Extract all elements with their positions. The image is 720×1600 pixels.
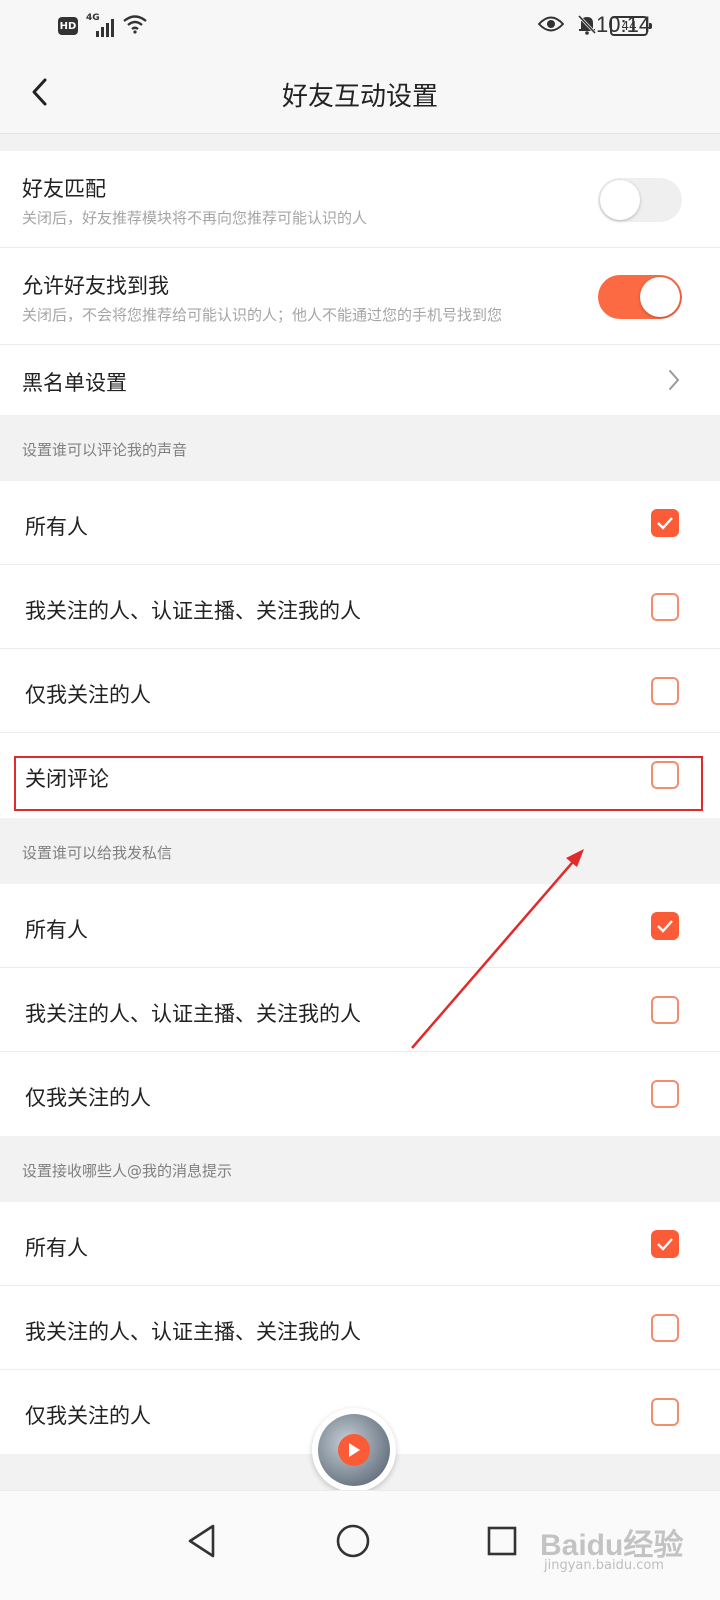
mention-option-followed-certified[interactable]: 我关注的人、认证主播、关注我的人 [0,1286,720,1370]
nav-recents-button[interactable] [472,1511,532,1571]
blacklist-row[interactable]: 黑名单设置 [0,345,720,415]
comment-group-label: 设置谁可以评论我的声音 [22,441,188,459]
page-title: 好友互动设置 [281,82,438,112]
mention-option-all[interactable]: 所有人 [0,1202,720,1286]
checkbox-unchecked[interactable] [651,1080,679,1108]
option-label: 我关注的人、认证主播、关注我的人 [25,1002,361,1026]
friend-match-desc: 关闭后，好友推荐模块将不再向您推荐可能认识的人 [22,209,368,227]
option-label: 仅我关注的人 [25,683,151,707]
allow-find-toggle[interactable] [598,275,682,319]
privacy-settings-section: 好友匹配 关闭后，好友推荐模块将不再向您推荐可能认识的人 允许好友找到我 关闭后… [0,151,720,415]
option-label: 所有人 [25,1236,88,1260]
message-option-all[interactable]: 所有人 [0,884,720,968]
blacklist-title: 黑名单设置 [22,371,127,395]
album-cover [318,1414,390,1486]
checkbox-unchecked[interactable] [651,1314,679,1342]
eye-icon [537,15,565,37]
chevron-right-icon [669,370,680,390]
option-label: 仅我关注的人 [25,1086,151,1110]
checkmark-icon [657,1238,673,1251]
app-header: 好友互动设置 [0,50,720,134]
mention-group-label: 设置接收哪些人@我的消息提示 [22,1162,233,1180]
option-label: 我关注的人、认证主播、关注我的人 [25,1320,361,1344]
watermark-url: jingyan.baidu.com [544,1558,664,1573]
circle-home-icon [336,1524,370,1558]
comment-group-header: 设置谁可以评论我的声音 [0,415,720,481]
hd-badge: HD [58,17,78,35]
message-group-label: 设置谁可以给我发私信 [22,844,173,862]
checkmark-icon [657,517,673,530]
checkmark-icon [657,920,673,933]
baidu-watermark: Baidu经验 jingyan.baidu.com [540,1520,710,1590]
cellular-signal-icon: 4G [86,13,114,37]
option-label: 仅我关注的人 [25,1404,151,1428]
message-option-only-followed[interactable]: 仅我关注的人 [0,1052,720,1136]
checkbox-checked[interactable] [651,509,679,537]
comment-option-all[interactable]: 所有人 [0,481,720,565]
friend-match-title: 好友匹配 [22,177,106,201]
checkbox-unchecked[interactable] [651,996,679,1024]
message-option-followed-certified[interactable]: 我关注的人、认证主播、关注我的人 [0,968,720,1052]
allow-find-row: 允许好友找到我 关闭后，不会将您推荐给可能认识的人；他人不能通过您的手机号找到您 [0,248,720,345]
status-left: HD 4G [58,13,148,39]
checkbox-checked[interactable] [651,1230,679,1258]
floating-audio-player[interactable] [312,1408,396,1492]
message-options: 所有人 我关注的人、认证主播、关注我的人 仅我关注的人 [0,884,720,1136]
option-label: 我关注的人、认证主播、关注我的人 [25,599,361,623]
wifi-icon [122,14,148,38]
nav-back-button[interactable] [172,1511,232,1571]
checkbox-unchecked[interactable] [651,677,679,705]
friend-match-toggle[interactable] [598,178,682,222]
play-icon [338,1434,370,1466]
mute-bell-icon [576,13,598,39]
comment-option-only-followed[interactable]: 仅我关注的人 [0,649,720,733]
comment-option-followed-certified[interactable]: 我关注的人、认证主播、关注我的人 [0,565,720,649]
status-time: 10:14 [596,12,652,37]
nav-home-button[interactable] [323,1511,383,1571]
friend-match-row: 好友匹配 关闭后，好友推荐模块将不再向您推荐可能认识的人 [0,151,720,248]
checkbox-unchecked[interactable] [651,1398,679,1426]
toggle-knob [600,180,640,220]
mention-group-header: 设置接收哪些人@我的消息提示 [0,1136,720,1202]
option-label: 所有人 [25,918,88,942]
annotation-highlight-box [14,756,703,811]
toggle-knob [640,277,680,317]
checkbox-unchecked[interactable] [651,593,679,621]
allow-find-title: 允许好友找到我 [22,274,169,298]
message-group-header: 设置谁可以给我发私信 [0,818,720,884]
triangle-back-icon [188,1524,215,1558]
status-bar: HD 4G 44 10:14 [0,0,720,50]
allow-find-desc: 关闭后，不会将您推荐给可能认识的人；他人不能通过您的手机号找到您 [22,306,503,324]
square-recents-icon [487,1526,517,1556]
option-label: 所有人 [25,515,88,539]
checkbox-checked[interactable] [651,912,679,940]
